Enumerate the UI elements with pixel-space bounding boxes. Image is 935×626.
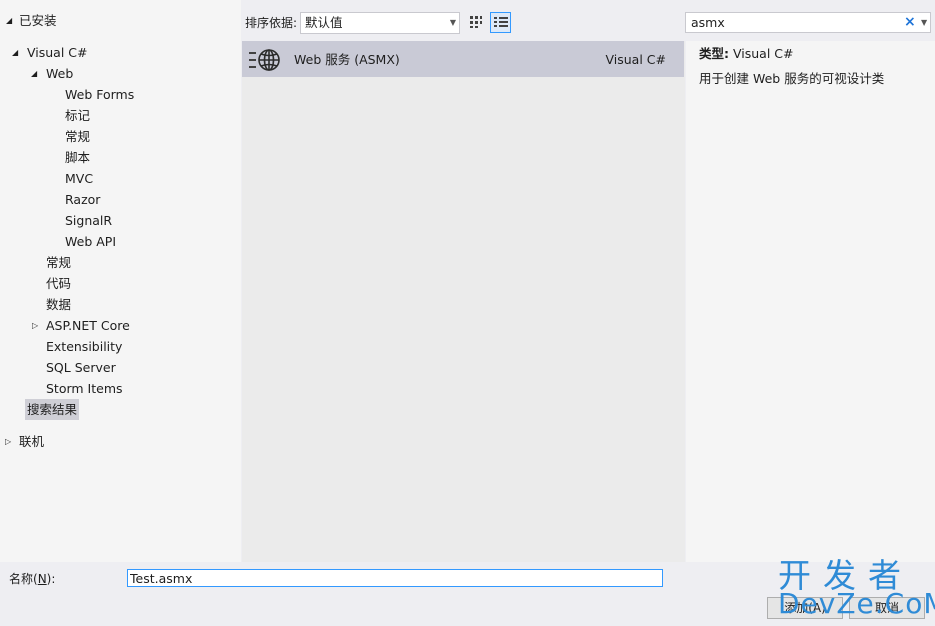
template-list: Web 服务 (ASMX) Visual C#	[242, 41, 685, 562]
tree-node-label: 常规	[65, 129, 91, 144]
web-service-globe-icon	[249, 49, 280, 71]
tree-node-label: Storm Items	[46, 381, 123, 396]
add-button[interactable]: 添加(A)	[767, 597, 843, 619]
template-name: Web 服务 (ASMX)	[294, 52, 400, 67]
tree-node-data[interactable]: 数据	[0, 294, 240, 315]
tree-node-code[interactable]: 代码	[0, 273, 240, 294]
list-view-button[interactable]	[490, 12, 511, 33]
chevron-down-icon[interactable]: ▼	[921, 13, 927, 32]
tree-node-web[interactable]: ◢ Web	[0, 63, 240, 84]
close-icon[interactable]: ×	[904, 13, 916, 32]
tree-node-label: Razor	[65, 192, 101, 207]
tree-node-markup[interactable]: 标记	[0, 105, 240, 126]
detail-description: 用于创建 Web 服务的可视设计类	[699, 71, 885, 86]
name-label-suffix: ):	[46, 572, 56, 586]
tree-node-online[interactable]: ▷ 联机	[0, 431, 240, 452]
sort-dropdown[interactable]: 默认值 ▼	[300, 12, 460, 34]
cancel-button[interactable]: 取消	[849, 597, 925, 619]
tree-node-label: Web	[46, 66, 74, 81]
collapsed-triangle-icon[interactable]: ▷	[5, 431, 11, 452]
tree-node-label: MVC	[65, 171, 94, 186]
tree-node-label: 脚本	[65, 150, 91, 165]
tree-node-label: Web API	[65, 234, 117, 249]
tree-node-label: 常规	[46, 255, 72, 270]
collapsed-triangle-icon[interactable]: ▷	[32, 315, 38, 336]
template-tree: ◢ 已安装 ◢ Visual C# ◢ Web Web Forms 标记 常规 …	[0, 0, 241, 562]
tree-node-label: ASP.NET Core	[46, 318, 130, 333]
tree-node-storm-items[interactable]: Storm Items	[0, 378, 240, 399]
name-input[interactable]	[127, 569, 663, 587]
expanded-triangle-icon[interactable]: ◢	[12, 42, 18, 63]
name-label-prefix: 名称(	[9, 572, 38, 586]
sort-dropdown-value: 默认值	[305, 15, 343, 30]
tree-node-signalr[interactable]: SignalR	[0, 210, 240, 231]
tree-node-label: SignalR	[65, 213, 113, 228]
search-input[interactable]	[691, 14, 896, 31]
name-label-key: N	[37, 572, 47, 586]
chevron-down-icon: ▼	[449, 18, 456, 27]
tree-node-general[interactable]: 常规	[0, 252, 240, 273]
tree-node-web-forms[interactable]: Web Forms	[0, 84, 240, 105]
expanded-triangle-icon[interactable]: ◢	[6, 10, 12, 31]
tree-node-visual-csharp[interactable]: ◢ Visual C#	[0, 42, 240, 63]
detail-type-key: 类型:	[699, 46, 729, 61]
tree-node-label: Extensibility	[46, 339, 123, 354]
tree-node-label: Web Forms	[65, 87, 135, 102]
sort-label: 排序依据:	[245, 16, 298, 30]
grid-view-icon	[470, 16, 482, 28]
name-label: 名称(N):	[9, 570, 55, 588]
tree-node-razor[interactable]: Razor	[0, 189, 240, 210]
search-box: × ▼	[685, 12, 931, 33]
details-pane: 类型: Visual C# 用于创建 Web 服务的可视设计类	[686, 41, 935, 562]
expanded-triangle-icon[interactable]: ◢	[31, 63, 37, 84]
tree-node-web-general[interactable]: 常规	[0, 126, 240, 147]
detail-type-value: Visual C#	[732, 46, 794, 61]
detail-type: 类型: Visual C#	[699, 44, 793, 64]
tree-node-label: 已安装	[19, 13, 57, 28]
tree-node-web-api[interactable]: Web API	[0, 231, 240, 252]
tree-node-extensibility[interactable]: Extensibility	[0, 336, 240, 357]
tree-node-label: 代码	[46, 276, 72, 291]
template-language: Visual C#	[605, 52, 667, 67]
tree-node-sql-server[interactable]: SQL Server	[0, 357, 240, 378]
tree-node-installed[interactable]: ◢ 已安装	[0, 10, 240, 31]
template-item-web-service[interactable]: Web 服务 (ASMX) Visual C#	[242, 41, 684, 77]
tree-node-label: 联机	[19, 434, 45, 449]
bottom-bar: 名称(N): 添加(A) 取消	[0, 562, 935, 626]
tree-node-label: SQL Server	[46, 360, 116, 375]
tree-node-search-results[interactable]: 搜索结果	[0, 399, 240, 420]
list-view-icon	[494, 17, 508, 27]
tree-node-label: 搜索结果	[25, 399, 80, 420]
tree-node-label: 数据	[46, 297, 72, 312]
tree-node-label: Visual C#	[27, 45, 88, 60]
grid-view-button[interactable]	[466, 12, 487, 33]
tree-node-aspnet-core[interactable]: ▷ ASP.NET Core	[0, 315, 240, 336]
tree-node-label: 标记	[65, 108, 91, 123]
tree-node-mvc[interactable]: MVC	[0, 168, 240, 189]
tree-node-scripts[interactable]: 脚本	[0, 147, 240, 168]
